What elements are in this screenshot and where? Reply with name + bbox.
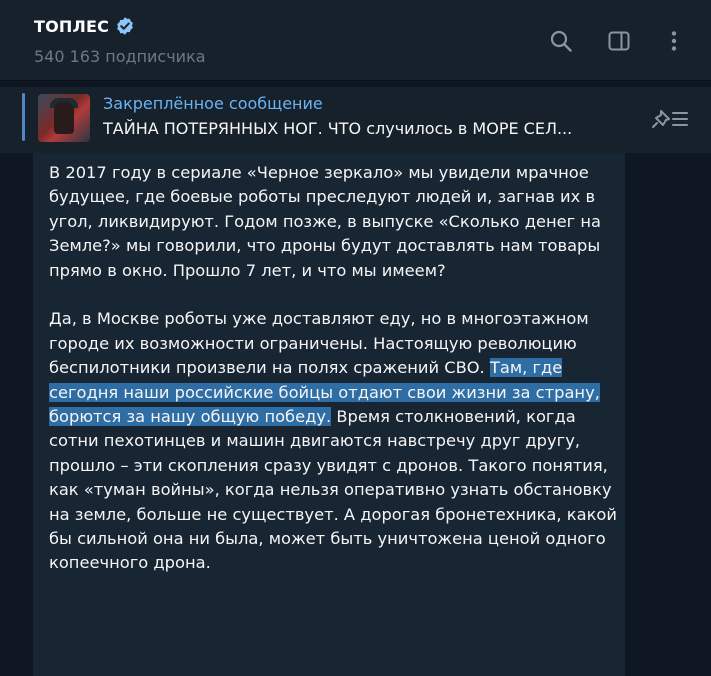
pinned-message-bar[interactable]: Закреплённое сообщение ТАЙНА ПОТЕРЯННЫХ …: [0, 87, 711, 153]
sidebar-toggle-icon: [608, 31, 630, 51]
pinned-title: Закреплённое сообщение: [103, 94, 323, 113]
message-text-after-selection: Время столкновений, когда сотни пехотинц…: [49, 407, 617, 573]
sidebar-toggle-button[interactable]: [606, 28, 632, 54]
channel-title-row[interactable]: ТОПЛЕС: [34, 16, 135, 36]
pinned-indicator: [22, 93, 25, 141]
verified-badge-icon: [117, 17, 133, 35]
chat-header: ТОПЛЕС 540 163 подписчика: [0, 0, 711, 81]
search-icon: [550, 30, 572, 52]
search-button[interactable]: [548, 28, 574, 54]
more-vertical-icon: [671, 31, 677, 51]
message-bubble[interactable]: В 2017 году в сериале «Черное зеркало» м…: [33, 153, 625, 676]
more-menu-button[interactable]: [661, 28, 687, 54]
pinned-list-icon[interactable]: [651, 105, 691, 133]
message-text[interactable]: В 2017 году в сериале «Черное зеркало» м…: [49, 161, 619, 600]
message-paragraph-2: Да, в Москве роботы уже доставляют еду, …: [49, 307, 619, 575]
channel-name[interactable]: ТОПЛЕС: [34, 17, 109, 36]
pinned-thumbnail: [38, 94, 90, 142]
message-paragraph-1: В 2017 году в сериале «Черное зеркало» м…: [49, 163, 601, 280]
pinned-text: ТАЙНА ПОТЕРЯННЫХ НОГ. ЧТО случилось в МО…: [103, 119, 573, 138]
subscriber-count: 540 163 подписчика: [34, 47, 206, 66]
